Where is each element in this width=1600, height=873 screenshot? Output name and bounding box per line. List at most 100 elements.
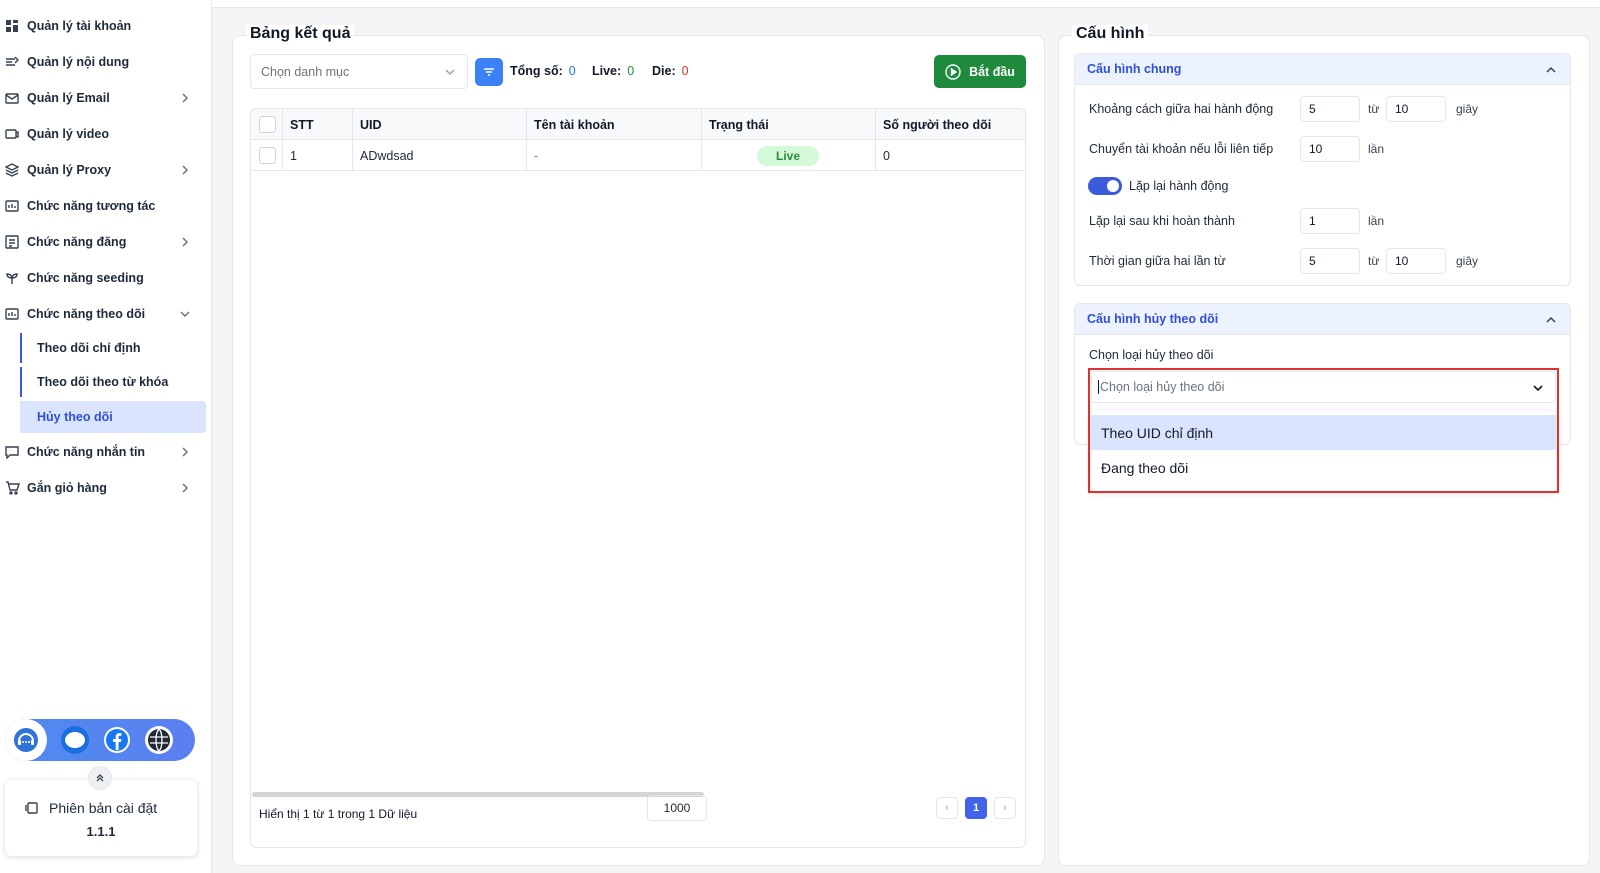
switch-account-label: Chuyển tài khoản nếu lỗi liên tiếp xyxy=(1089,142,1274,156)
chevron-down-icon xyxy=(445,68,455,75)
chevron-right-icon xyxy=(182,165,189,175)
sidebar-subitem-follow-specified[interactable]: Theo dõi chỉ định xyxy=(20,333,206,363)
column-header[interactable]: STT xyxy=(290,109,314,140)
chevron-up-icon xyxy=(1546,66,1556,73)
row-checkbox-cell xyxy=(259,140,276,171)
chevron-down-icon xyxy=(180,311,190,318)
sidebar-item-label: Quản lý video xyxy=(27,127,109,141)
website-button[interactable] xyxy=(145,726,173,754)
video-icon xyxy=(4,126,20,142)
sidebar-subitem-unfollow[interactable]: Hủy theo dõi xyxy=(20,401,206,433)
chevron-right-icon xyxy=(182,483,189,493)
collapse-button[interactable] xyxy=(88,766,112,790)
sidebar-item-label: Chức năng đăng xyxy=(27,235,127,249)
column-header[interactable]: Số người theo dõi xyxy=(883,109,991,140)
between-to-input[interactable]: 10 xyxy=(1386,248,1446,274)
cell-name: - xyxy=(534,148,539,163)
category-select[interactable]: Chọn danh mục xyxy=(250,54,468,89)
dropdown-option-following[interactable]: Đang theo dõi xyxy=(1091,450,1556,485)
filter-icon xyxy=(484,68,494,76)
sidebar-item-label: Gắn giỏ hàng xyxy=(27,481,107,495)
sidebar-item-email[interactable]: Quản lý Email xyxy=(0,82,206,114)
sidebar-item-label: Chức năng seeding xyxy=(27,271,144,285)
sidebar-item-label: Quản lý Proxy xyxy=(27,163,112,177)
sidebar-item-label: Quản lý tài khoản xyxy=(27,19,132,33)
sidebar-subitem-follow-keyword[interactable]: Theo dõi theo từ khóa xyxy=(20,367,206,397)
prev-page-button[interactable]: ‹ xyxy=(936,797,958,819)
version-label: Phiên bản cài đặt xyxy=(49,800,158,816)
row-checkbox[interactable] xyxy=(259,147,276,164)
chevron-right-icon xyxy=(182,447,189,457)
support-chat-icon xyxy=(14,728,38,752)
results-table: STT UID Tên tài khoản Trạng thái Số ngườ… xyxy=(250,108,1026,848)
zalo-icon xyxy=(65,732,85,748)
social-links-bar xyxy=(5,719,195,761)
support-chat-button[interactable] xyxy=(5,719,47,761)
column-header[interactable]: Trạng thái xyxy=(709,109,769,140)
chevron-down-icon xyxy=(1533,385,1543,392)
sidebar-item-label: Quản lý nội dung xyxy=(27,55,130,69)
column-divider xyxy=(282,109,283,171)
sidebar-subitem-label: Theo dõi chỉ định xyxy=(37,341,141,355)
cell-status: Live xyxy=(757,140,819,171)
email-icon xyxy=(4,90,20,106)
from-word: từ xyxy=(1368,102,1380,116)
play-circle-icon xyxy=(945,63,961,80)
repeat-after-input[interactable]: 1 xyxy=(1300,208,1360,234)
sidebar-item-message[interactable]: Chức năng nhắn tin xyxy=(0,436,206,468)
globe-icon xyxy=(148,728,170,752)
sidebar-item-accounts[interactable]: Quản lý tài khoản xyxy=(0,10,206,42)
repeat-toggle[interactable] xyxy=(1088,177,1122,195)
unfollow-type-placeholder: Chọn loại hủy theo dõi xyxy=(1100,380,1225,394)
column-divider xyxy=(526,109,527,171)
interval-to-input[interactable]: 10 xyxy=(1386,96,1446,122)
sidebar-item-follow[interactable]: Chức năng theo dõi xyxy=(0,298,206,330)
sidebar-item-seeding[interactable]: Chức năng seeding xyxy=(0,262,206,294)
sidebar-item-post[interactable]: Chức năng đăng xyxy=(0,226,206,258)
column-divider xyxy=(875,109,876,171)
filter-button[interactable] xyxy=(475,58,503,86)
column-header[interactable]: Tên tài khoản xyxy=(534,109,615,140)
unfollow-config-header[interactable]: Cấu hình hủy theo dõi xyxy=(1075,304,1570,335)
proxy-icon xyxy=(4,162,20,178)
cell-stt: 1 xyxy=(290,148,297,163)
sidebar-item-content[interactable]: Quản lý nội dung xyxy=(0,46,206,78)
times-unit: lần xyxy=(1368,214,1385,228)
interval-label: Khoảng cách giữa hai hành động xyxy=(1089,102,1274,116)
sidebar-item-cart[interactable]: Gắn giỏ hàng xyxy=(0,472,206,504)
general-config-header[interactable]: Cấu hình chung xyxy=(1075,54,1570,85)
sidebar-item-proxy[interactable]: Quản lý Proxy xyxy=(0,154,206,186)
page-1-button[interactable]: 1 xyxy=(965,797,987,819)
next-page-button[interactable]: › xyxy=(994,797,1016,819)
page-size-input[interactable]: 1000 xyxy=(647,795,707,821)
chevron-right-icon xyxy=(182,237,189,247)
select-all-checkbox[interactable] xyxy=(259,116,276,133)
start-button[interactable]: Bắt đầu xyxy=(934,55,1026,88)
zalo-button[interactable] xyxy=(61,726,89,754)
times-unit: lần xyxy=(1368,142,1385,156)
sidebar-item-video[interactable]: Quản lý video xyxy=(0,118,206,150)
cell-uid: ADwdsad xyxy=(360,148,414,163)
from-word: từ xyxy=(1368,254,1380,268)
unfollow-config-title: Cấu hình hủy theo dõi xyxy=(1087,312,1219,326)
switch-account-input[interactable]: 10 xyxy=(1300,136,1360,162)
dropdown-option-specified-uid[interactable]: Theo UID chỉ định xyxy=(1091,415,1556,450)
total-label: Tổng số: xyxy=(510,64,563,78)
facebook-button[interactable] xyxy=(103,726,131,754)
die-value: 0 xyxy=(681,64,689,78)
sidebar-item-interact[interactable]: Chức năng tương tác xyxy=(0,190,206,222)
column-header[interactable]: UID xyxy=(360,109,382,140)
sidebar-item-label: Chức năng nhắn tin xyxy=(27,445,146,459)
content-icon xyxy=(4,54,20,70)
config-title: Cấu hình xyxy=(1072,25,1149,43)
unfollow-type-select[interactable]: Chọn loại hủy theo dõi xyxy=(1091,371,1556,403)
table-row[interactable]: 1 ADwdsad - Live 0 xyxy=(251,140,1025,171)
unfollow-type-dropdown: Theo UID chỉ định Đang theo dõi xyxy=(1091,411,1556,491)
text-caret xyxy=(1098,380,1099,394)
sidebar-subitem-label: Hủy theo dõi xyxy=(37,410,113,424)
status-badge: Live xyxy=(757,145,819,166)
sidebar-subitem-label: Theo dõi theo từ khóa xyxy=(37,375,169,389)
horizontal-scrollbar[interactable] xyxy=(252,792,704,797)
between-from-input[interactable]: 5 xyxy=(1300,248,1360,274)
interval-from-input[interactable]: 5 xyxy=(1300,96,1360,122)
